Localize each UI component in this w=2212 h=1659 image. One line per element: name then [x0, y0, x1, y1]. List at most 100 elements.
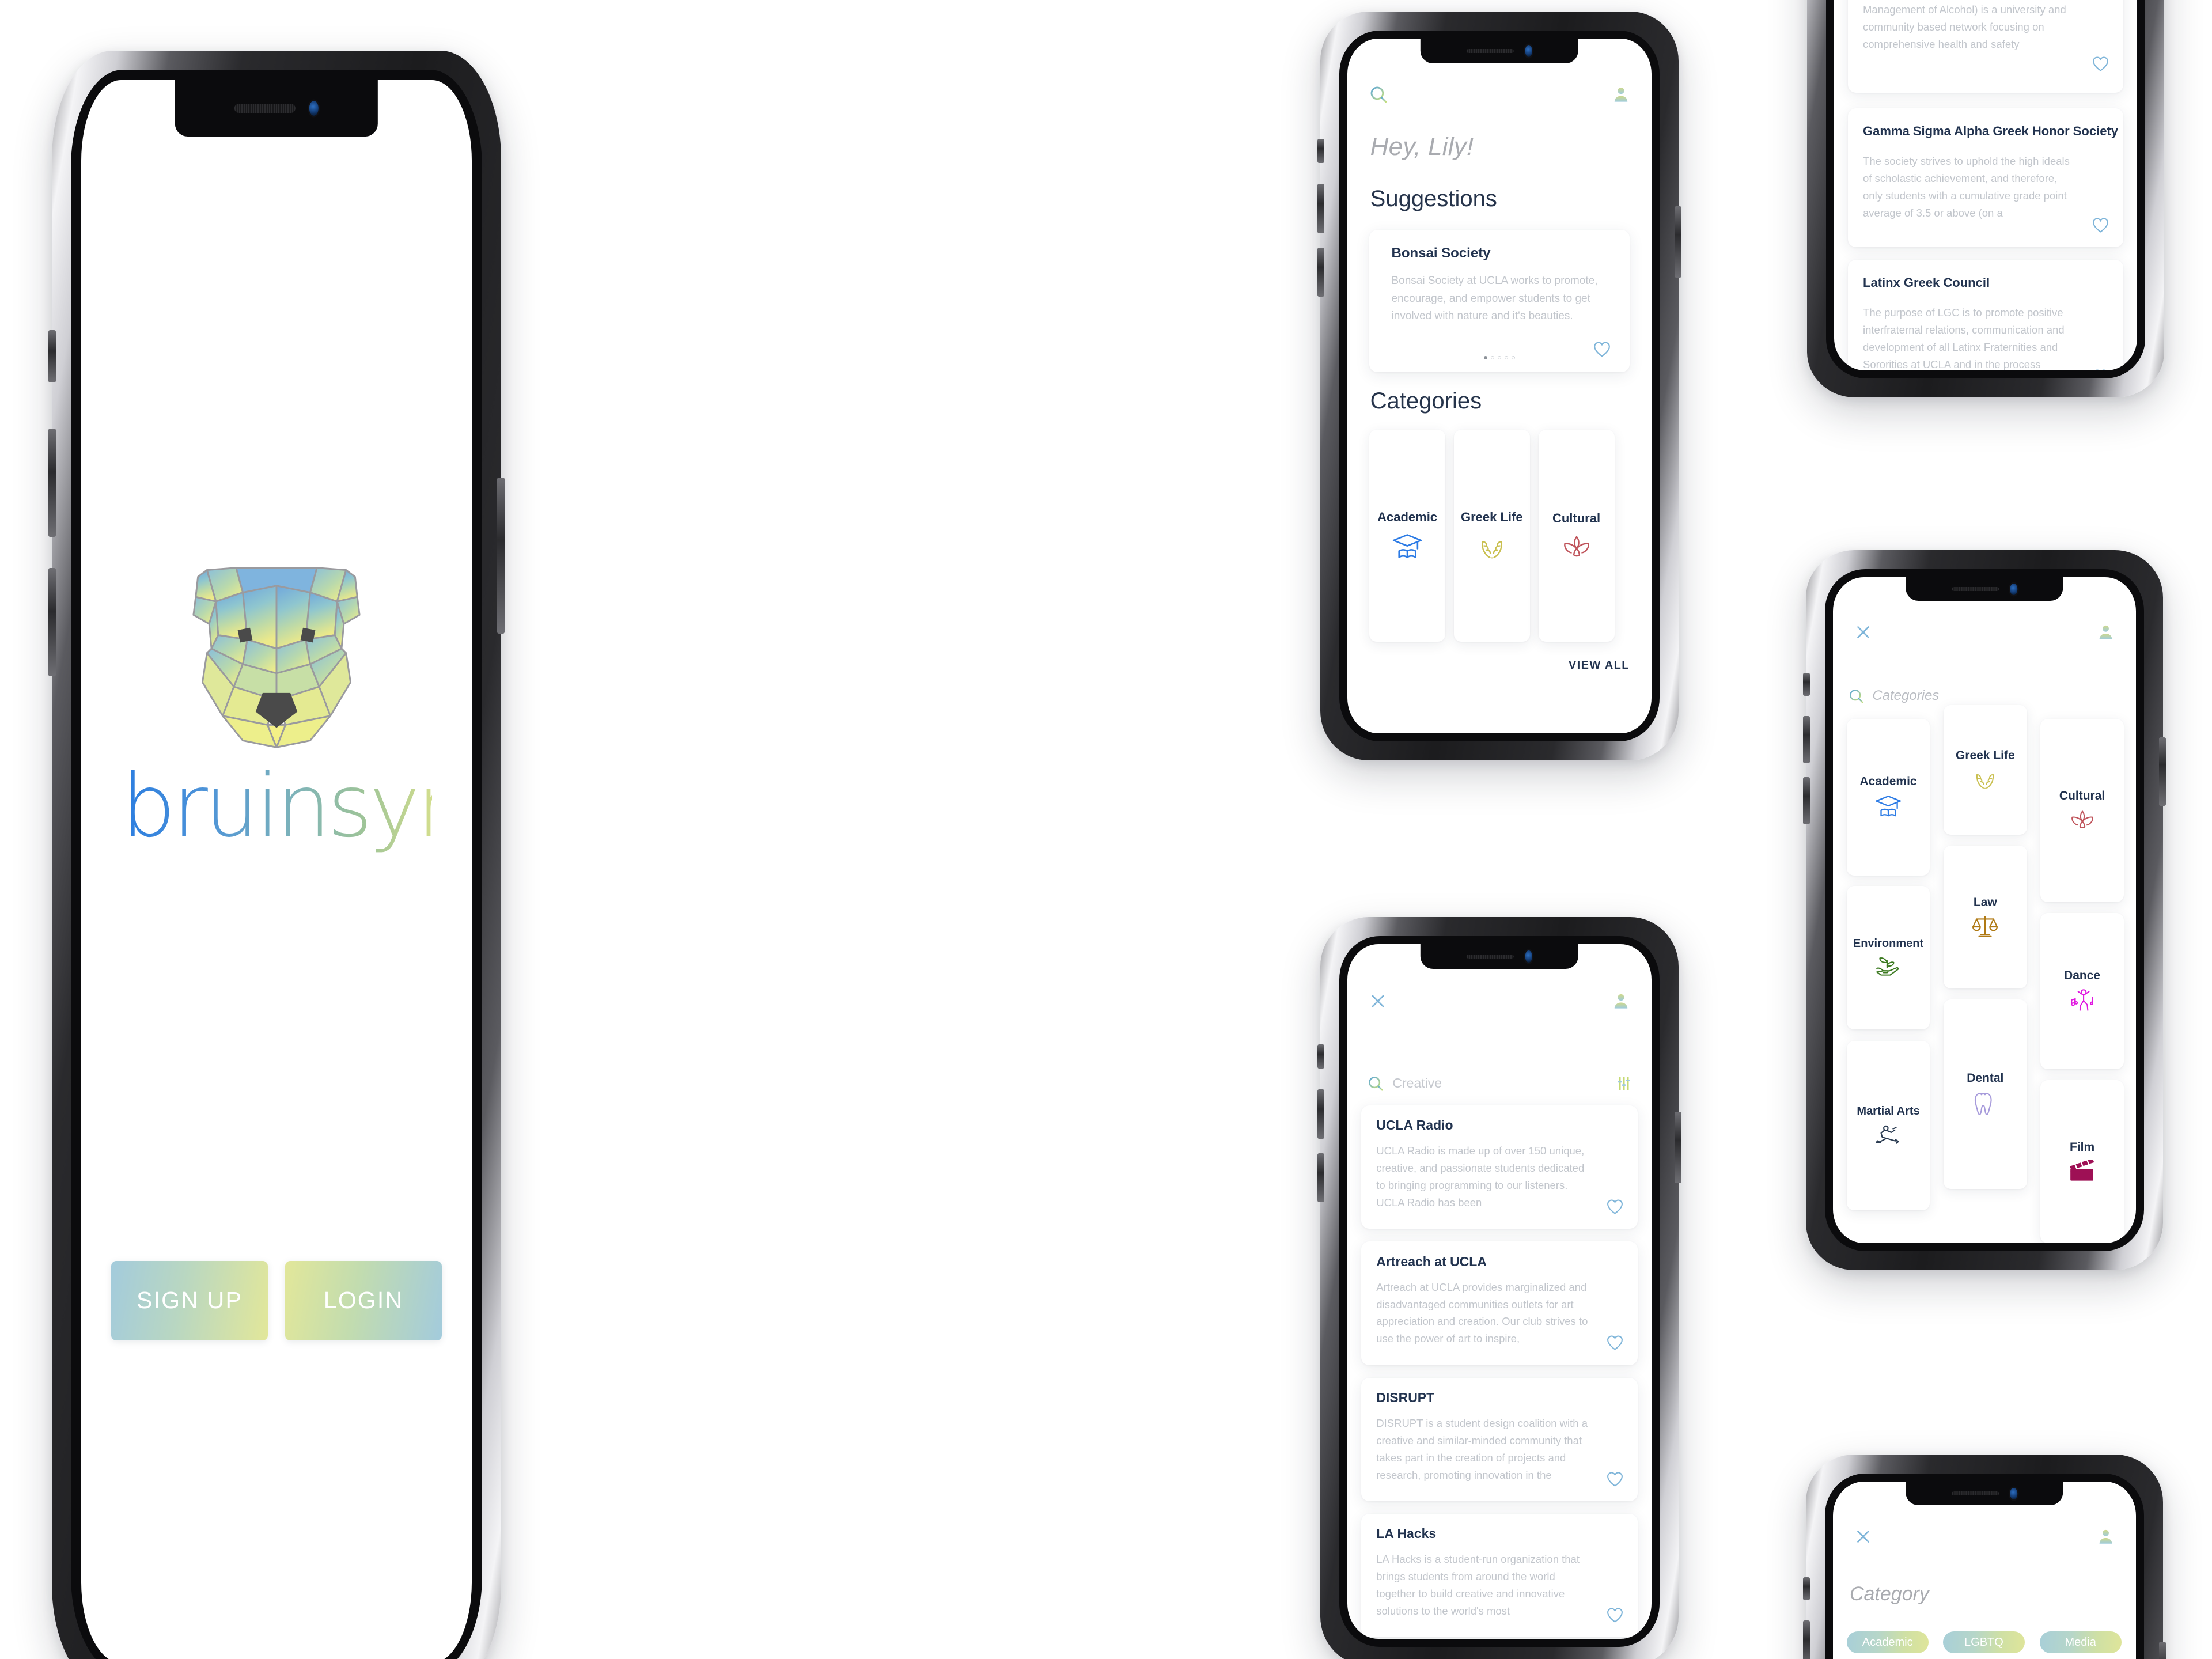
heart-outline-icon[interactable]: [2092, 55, 2109, 75]
front-camera-icon: [1525, 950, 1533, 963]
search-input[interactable]: Creative: [1392, 1075, 1442, 1091]
avatar-icon[interactable]: [2097, 1528, 2115, 1546]
heart-outline-icon[interactable]: [1606, 1471, 1624, 1490]
speaker-grille: [1952, 587, 1999, 591]
front-camera-icon: [309, 101, 319, 116]
power-button[interactable]: [1674, 206, 1681, 278]
avatar-icon[interactable]: [1612, 85, 1630, 104]
org-card[interactable]: Latinx Greek Council The purpose of LGC …: [1847, 260, 2124, 370]
heart-outline-icon[interactable]: [1606, 1334, 1624, 1354]
search-bar[interactable]: Categories: [1848, 688, 1939, 704]
org-card[interactable]: GAMMA (Greeks Advocating the Mature Mana…: [1847, 0, 2124, 93]
phone-bezel: Creative UCLA Radio UCLA Radio is made u…: [1339, 935, 1660, 1647]
tooth-icon: [1975, 1092, 1992, 1115]
volume-up-button[interactable]: [1803, 715, 1810, 763]
speaker-grille: [1952, 1491, 1999, 1495]
org-card-title: Latinx Greek Council: [1863, 275, 1990, 290]
power-button[interactable]: [2158, 1642, 2166, 1659]
search-icon[interactable]: [1848, 688, 1865, 704]
suggestion-card[interactable]: Bonsai Society Bonsai Society at UCLA wo…: [1369, 229, 1630, 372]
close-icon[interactable]: [1854, 623, 1872, 641]
volume-down-button[interactable]: [1317, 1153, 1325, 1203]
category-card-cultural[interactable]: Cultural: [1538, 429, 1615, 642]
screen-home: Hey, Lily! Suggestions Bonsai Society Bo…: [1347, 39, 1652, 733]
heart-outline-icon[interactable]: [1593, 340, 1611, 361]
search-input[interactable]: Categories: [1872, 688, 1939, 704]
power-button[interactable]: [497, 478, 505, 634]
login-button[interactable]: LOGIN: [285, 1260, 442, 1340]
front-camera-icon: [1525, 45, 1533, 57]
search-icon[interactable]: [1369, 85, 1388, 104]
result-card[interactable]: LA Hacks LA Hacks is a student-run organ…: [1361, 1513, 1638, 1638]
result-card-title: LA Hacks: [1376, 1526, 1437, 1541]
mute-switch[interactable]: [48, 329, 56, 382]
brand-wordmark-text: bruinsync: [121, 768, 432, 857]
heart-outline-icon[interactable]: [2092, 368, 2109, 370]
view-all-link[interactable]: VIEW ALL: [1569, 659, 1630, 672]
scales-of-justice-icon: [1972, 916, 1998, 937]
volume-down-button[interactable]: [1317, 247, 1325, 297]
screen-search-results: Creative UCLA Radio UCLA Radio is made u…: [1347, 944, 1652, 1639]
category-tag[interactable]: LGBTQ: [1942, 1631, 2025, 1654]
category-card-greek-life[interactable]: Greek Life: [1453, 429, 1530, 642]
mute-switch[interactable]: [1803, 1577, 1810, 1600]
carousel-dots[interactable]: [1483, 355, 1515, 359]
result-card[interactable]: DISRUPT DISRUPT is a student design coal…: [1361, 1377, 1638, 1502]
filter-sliders-icon[interactable]: [1616, 1075, 1632, 1092]
volume-up-button[interactable]: [48, 428, 56, 537]
power-button[interactable]: [1674, 1112, 1681, 1183]
category-tile-dance[interactable]: Dance: [2040, 912, 2124, 1070]
category-tile-environment[interactable]: Environment: [1846, 886, 1930, 1029]
screen-greek-list: GAMMA (Greeks Advocating the Mature Mana…: [1834, 0, 2137, 370]
org-card-body: The society strives to uphold the high i…: [1863, 155, 2070, 219]
close-icon[interactable]: [1369, 992, 1387, 1010]
category-label: Academic: [1859, 775, 1917, 789]
org-card[interactable]: Gamma Sigma Alpha Greek Honor Society Th…: [1847, 108, 2124, 248]
result-card-title: UCLA Radio: [1376, 1118, 1453, 1133]
suggestions-heading: Suggestions: [1370, 185, 1497, 211]
power-button[interactable]: [2158, 737, 2166, 806]
volume-down-button[interactable]: [1803, 777, 1810, 825]
category-label: Film: [2070, 1141, 2095, 1154]
phone-bezel: Categories Academic Greek Life Cultural …: [1824, 569, 2145, 1252]
laurel-wreath-icon: [1481, 541, 1502, 559]
heart-outline-icon[interactable]: [1606, 1198, 1624, 1218]
category-tile-cultural[interactable]: Cultural: [2040, 719, 2124, 903]
search-icon[interactable]: [1367, 1075, 1384, 1092]
avatar-icon[interactable]: [1612, 992, 1630, 1010]
volume-up-button[interactable]: [1317, 184, 1325, 233]
mute-switch[interactable]: [1317, 1044, 1325, 1069]
category-tag[interactable]: Academic: [1846, 1631, 1929, 1654]
volume-up-button[interactable]: [1803, 1620, 1810, 1659]
volume-down-button[interactable]: [48, 567, 56, 676]
notch: [1420, 39, 1579, 63]
heart-outline-icon[interactable]: [1606, 1607, 1624, 1626]
sign-up-button[interactable]: SIGN UP: [111, 1260, 268, 1340]
category-tile-academic[interactable]: Academic: [1846, 719, 1930, 876]
result-card[interactable]: UCLA Radio UCLA Radio is made up of over…: [1361, 1105, 1638, 1229]
category-tile-law[interactable]: Law: [1944, 845, 2027, 989]
category-tile-film[interactable]: Film: [2040, 1080, 2124, 1243]
heart-outline-icon[interactable]: [2092, 217, 2109, 236]
search-bar[interactable]: Creative: [1367, 1075, 1631, 1092]
screen-splash: bruinsync SIGN UP LOGIN: [81, 80, 472, 1659]
close-icon[interactable]: [1854, 1528, 1872, 1546]
auth-button-row: SIGN UP LOGIN: [81, 1260, 472, 1340]
notch: [1906, 577, 2063, 601]
avatar-icon[interactable]: [2097, 623, 2115, 641]
category-tile-greek-life[interactable]: Greek Life: [1944, 704, 2027, 835]
mute-switch[interactable]: [1317, 139, 1325, 163]
result-card[interactable]: Artreach at UCLA Artreach at UCLA provid…: [1361, 1241, 1638, 1365]
category-tag[interactable]: Media: [2039, 1631, 2122, 1654]
phone-home: Hey, Lily! Suggestions Bonsai Society Bo…: [1317, 12, 1681, 760]
suggestion-card-body: Bonsai Society at UCLA works to promote,…: [1391, 274, 1598, 323]
result-card-body: DISRUPT is a student design coalition wi…: [1376, 1416, 1588, 1481]
category-tile-dental[interactable]: Dental: [1944, 999, 2027, 1190]
category-card-academic[interactable]: Academic: [1369, 429, 1446, 642]
mute-switch[interactable]: [1803, 672, 1810, 696]
dancer-music-note-icon: [2070, 989, 2093, 1012]
brand-wordmark: bruinsync: [121, 768, 432, 857]
low-poly-bear-head-logo: [192, 567, 361, 749]
volume-up-button[interactable]: [1317, 1089, 1325, 1139]
category-tile-martial-arts[interactable]: Martial Arts: [1846, 1040, 1930, 1211]
